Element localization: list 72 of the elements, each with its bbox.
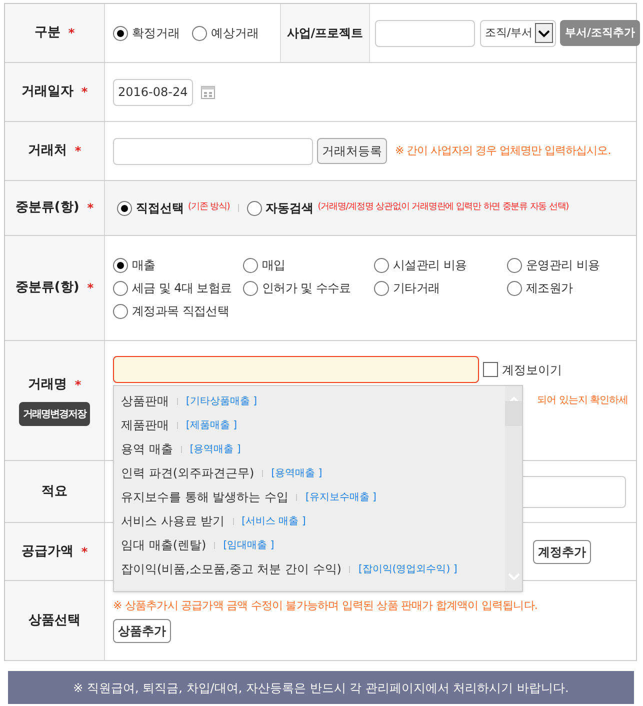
suggestion-item[interactable]: 인력 파견(외주파견근무) [용역매출 ] — [121, 461, 505, 485]
radio-label: 기타거래 — [393, 280, 440, 297]
partner-field[interactable] — [113, 138, 313, 164]
radio-button[interactable] — [507, 280, 522, 296]
suggestion-item[interactable]: 제품판매 [제품매출 ] — [121, 413, 505, 437]
option-hint: (거래명/계정명 상관없이 거래명란에 입력만 하면 중분류 자동 선택) — [318, 201, 569, 214]
field-label: 중분류(항) — [15, 199, 80, 218]
required-mark: * — [81, 84, 88, 101]
radio-button[interactable] — [243, 280, 258, 296]
required-mark: * — [81, 544, 88, 560]
field-label: 공급가액 — [21, 542, 74, 561]
radio-label: 자동검색 — [266, 200, 314, 217]
field-label: 적요 — [42, 482, 68, 501]
radio-label: 계정과목 직접선택 — [132, 303, 230, 320]
checkbox[interactable] — [483, 362, 498, 377]
suggestion-item[interactable]: 서비스 사용료 받기 [서비스 매출 ] — [121, 509, 505, 533]
add-product-button[interactable]: 상품추가 — [113, 618, 171, 643]
field-label: 거래처 — [28, 142, 67, 160]
radio-label: 운영관리 비용 — [526, 257, 600, 274]
field-label: 상품선택 — [28, 612, 80, 630]
field-label: 거래일자 — [21, 83, 74, 102]
scroll-thumb[interactable] — [505, 401, 522, 426]
scrollbar[interactable] — [505, 386, 522, 591]
name-field[interactable] — [113, 356, 479, 383]
checkbox-label: 계정보이기 — [502, 362, 562, 378]
partner-note: ※ 간이 사업자의 경우 업체명만 입력하십시오. — [395, 142, 611, 159]
radio-button[interactable] — [113, 280, 128, 296]
suggestion-item[interactable]: 유지보수를 통해 발생하는 수입 [유지보수매출 ] — [121, 485, 505, 509]
field-label: 중분류(항) — [15, 279, 80, 298]
add-org-button[interactable]: 부서/조직추가 — [560, 20, 640, 46]
radio-label: 예상거래 — [211, 25, 259, 42]
radio-label: 세금 및 4대 보험료 — [132, 280, 232, 297]
radio-button[interactable] — [113, 304, 128, 318]
suggestion-item[interactable]: 상품판매 [기타상품매출 ] — [121, 389, 505, 413]
suggestion-item[interactable]: 잡이익(비품,소모품,중고 처분 간이 수익) [잡이익(영업외수익) ] — [121, 557, 505, 581]
radio-button[interactable] — [113, 26, 128, 40]
add-account-button[interactable]: 계정추가 — [533, 540, 591, 564]
radio-button[interactable] — [374, 258, 389, 272]
suggestion-item[interactable]: 용역 매출 [용역매출 ] — [121, 437, 505, 461]
radio-button[interactable] — [507, 258, 522, 272]
option-hint: (기존 방식) — [188, 201, 230, 214]
radio-label: 매출 — [132, 257, 156, 274]
radio-button[interactable] — [117, 200, 132, 216]
register-partner-button[interactable]: 거래처등록 — [317, 138, 387, 164]
date-field[interactable]: 2016-08-24 — [113, 78, 193, 106]
org-select[interactable]: 조직/부서 — [480, 20, 556, 46]
radio-label: 시설관리 비용 — [393, 257, 467, 274]
radio-label: 인허가 및 수수료 — [262, 280, 351, 297]
project-field[interactable] — [375, 20, 475, 46]
field-label: 사업/프로젝트 — [286, 25, 364, 42]
required-mark: * — [74, 376, 82, 394]
radio-button[interactable] — [113, 258, 128, 272]
radio-button[interactable] — [243, 258, 258, 272]
radio-button[interactable] — [192, 26, 207, 40]
radio-label: 제조원가 — [526, 280, 573, 297]
calendar-icon[interactable] — [201, 85, 215, 99]
radio-button[interactable] — [246, 200, 262, 216]
radio-label: 매입 — [262, 257, 286, 274]
required-mark: * — [74, 143, 82, 160]
product-note: ※ 상품추가시 공급가액 금액 수정이 불가능하며 입력된 상품 판매가 합계액이 입력됩니다. — [113, 598, 538, 614]
radio-label: 확정거래 — [132, 25, 180, 42]
radio-label: 직접선택 — [136, 200, 184, 217]
radio-button[interactable] — [374, 280, 389, 296]
name-note: 되어 있는지 확인하세 — [537, 394, 628, 408]
footer-notice: ※ 직원급여, 퇴직금, 차입/대여, 자산등록은 반드시 각 관리페이지에서 처리하시기 바랍니다. — [8, 671, 634, 704]
required-mark: * — [87, 280, 94, 297]
required-mark: * — [68, 25, 75, 42]
required-mark: * — [87, 200, 94, 217]
field-label: 구분 — [34, 24, 60, 42]
suggestion-item[interactable]: 임대 매출(렌탈) [임대매출 ] — [121, 533, 505, 557]
field-label: 거래명 — [28, 376, 67, 394]
save-name-button[interactable]: 거래명변경저장 — [19, 402, 90, 426]
